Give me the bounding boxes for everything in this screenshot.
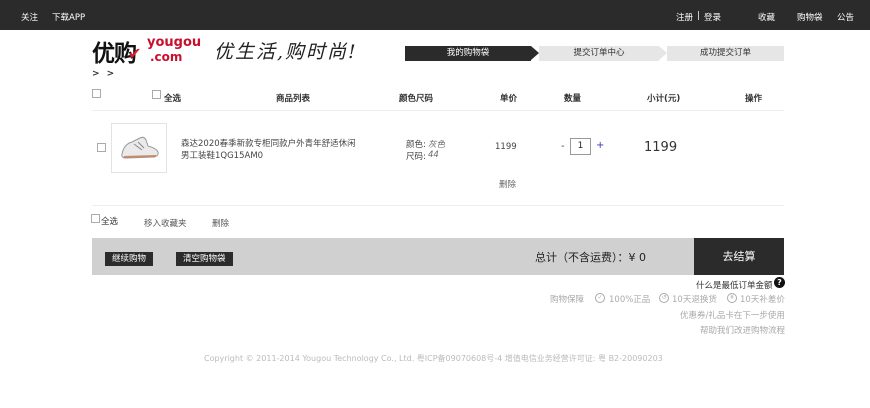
size-value: 44 xyxy=(428,150,439,160)
col-subtotal: 小计(元) xyxy=(647,94,681,104)
col-actions: 操作 xyxy=(745,94,763,104)
header-row-checkbox[interactable] xyxy=(92,89,101,98)
item-title-line2[interactable]: 男工装鞋1QG15AM0 xyxy=(181,149,263,161)
qty-input[interactable]: 1 xyxy=(570,138,591,155)
topbar-divider: | xyxy=(697,11,700,21)
col-quantity: 数量 xyxy=(564,94,582,104)
move-to-favorites-link[interactable]: 移入收藏夹 xyxy=(144,217,187,229)
step-my-bag: 我的购物袋 xyxy=(405,46,539,61)
guarantee-price-diff: 10天补差价 xyxy=(740,295,785,305)
product-thumbnail[interactable] xyxy=(111,123,167,173)
logo-check-icon: ✔ xyxy=(128,44,142,63)
help-icon[interactable]: ? xyxy=(774,277,785,288)
clear-bag-button[interactable]: 清空购物袋 xyxy=(176,252,233,266)
guarantee-returns: 10天退换货 xyxy=(672,295,717,305)
improve-flow-link[interactable]: 帮助我们改进购物流程 xyxy=(700,324,785,336)
logo-en: yougou xyxy=(147,35,202,50)
step-submit-order: 提交订单中心 xyxy=(539,46,667,61)
color-value: 灰色 xyxy=(428,140,446,150)
footer-select-all-checkbox[interactable] xyxy=(91,214,100,223)
follow-link[interactable]: 关注 xyxy=(21,11,38,23)
notice-link[interactable]: 公告 xyxy=(837,11,854,23)
coupon-note: 优惠券/礼品卡在下一步使用 xyxy=(680,311,785,321)
col-color-size: 颜色尺码 xyxy=(399,94,434,104)
returns-icon: ↺ xyxy=(659,293,669,303)
guarantee-genuine: 100%正品 xyxy=(609,295,651,305)
checkout-button[interactable]: 去结算 xyxy=(694,238,784,275)
checkout-steps: 我的购物袋 提交订单中心 成功提交订单 xyxy=(405,46,784,61)
qty-decrease-button[interactable]: - xyxy=(561,141,565,152)
qty-increase-button[interactable]: + xyxy=(596,140,604,151)
logo-slogan: 优生活,购时尚! xyxy=(214,41,358,63)
color-label: 颜色: xyxy=(406,140,426,150)
item-divider xyxy=(92,205,784,206)
shopping-bag-link[interactable]: 购物袋 xyxy=(797,11,823,23)
select-all-label: 全选 xyxy=(164,94,182,104)
col-product-list: 商品列表 xyxy=(276,94,311,104)
register-link[interactable]: 注册 xyxy=(676,11,693,23)
shoe-image-icon xyxy=(121,136,159,159)
breadcrumb: > > xyxy=(92,69,117,79)
item-title-line1[interactable]: 森达2020春季新款专柜同款户外青年舒适休闲 xyxy=(181,137,356,149)
guarantee-label: 购物保障 xyxy=(550,295,585,305)
footer-select-all-label: 全选 xyxy=(101,217,119,227)
item-delete-link[interactable]: 删除 xyxy=(499,178,516,190)
footer-delete-link[interactable]: 删除 xyxy=(212,217,229,229)
genuine-icon: ✓ xyxy=(595,293,605,303)
unit-price: 1199 xyxy=(495,142,517,152)
continue-shopping-button[interactable]: 继续购物 xyxy=(105,252,154,266)
item-checkbox[interactable] xyxy=(97,143,106,152)
copyright: Copyright © 2011-2014 Yougou Technology … xyxy=(204,354,663,363)
item-subtotal: 1199 xyxy=(644,140,678,155)
order-total: 总计（不含运费）：¥ 0 xyxy=(535,251,646,264)
favorites-link[interactable]: 收藏 xyxy=(758,11,775,23)
step-order-success: 成功提交订单 xyxy=(667,46,784,61)
price-diff-icon: ¥ xyxy=(727,293,737,303)
site-logo[interactable]: 优购 ✔ yougou .com 优生活,购时尚! xyxy=(92,34,392,68)
logo-en-domain: .com xyxy=(150,50,183,64)
col-unit-price: 单价 xyxy=(500,94,518,104)
download-app-link[interactable]: 下载APP xyxy=(52,11,85,23)
min-order-link[interactable]: 什么是最低订单金额 xyxy=(696,279,773,291)
header-divider xyxy=(92,110,784,111)
login-link[interactable]: 登录 xyxy=(704,11,721,23)
top-bar: 关注 下载APP 注册 | 登录 收藏 购物袋 公告 xyxy=(0,0,870,30)
size-label: 尺码: xyxy=(406,152,426,162)
select-all-checkbox[interactable] xyxy=(152,90,161,99)
